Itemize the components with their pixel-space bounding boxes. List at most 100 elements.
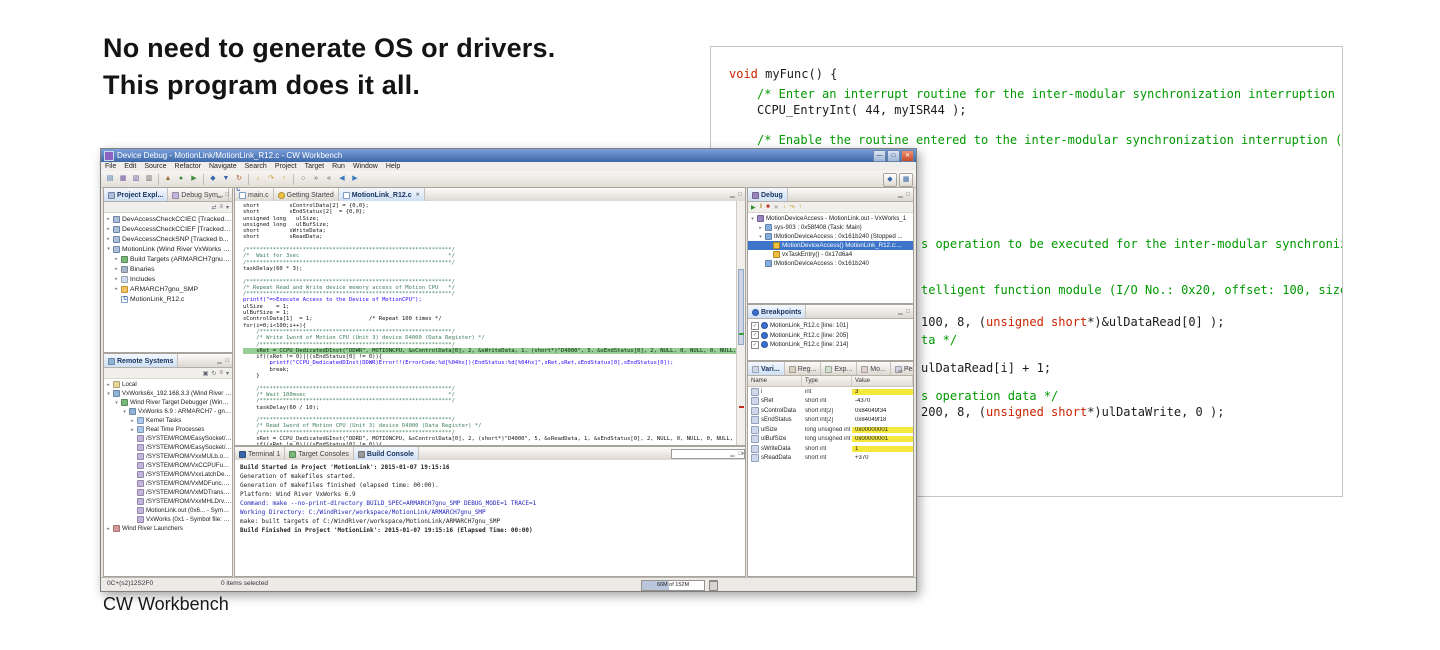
expand-arrow[interactable]: ▾: [750, 216, 755, 222]
tree-item[interactable]: ▸Wind River Launchers: [104, 524, 232, 533]
tree-item[interactable]: ▸DevAccessCheckSNP [Tracked b...: [104, 234, 232, 244]
tab-exp[interactable]: Exp...: [821, 362, 857, 375]
variable-row[interactable]: sControlDatashort int[2]0x84049f34: [748, 406, 913, 416]
menu-file[interactable]: File: [105, 163, 116, 170]
step-into-icon[interactable]: ↓: [783, 204, 786, 210]
expand-arrow[interactable]: ▾: [122, 409, 127, 415]
collapse-all-icon[interactable]: ≡: [219, 204, 223, 210]
collapse-all-icon[interactable]: ≡: [219, 370, 223, 376]
step-into-icon[interactable]: ↓: [252, 173, 264, 185]
view-minmax-icons[interactable]: ▁ □: [730, 450, 743, 457]
build-icon[interactable]: ▲: [162, 173, 174, 185]
minimize-button[interactable]: —: [873, 150, 886, 162]
column-header-value[interactable]: Value: [852, 376, 913, 386]
tree-item[interactable]: ▸sys-903 : 0x58f408 (Task: Main): [748, 223, 913, 232]
menu-project[interactable]: Project: [275, 163, 297, 170]
tab-remote-systems[interactable]: Remote Systems: [104, 354, 178, 367]
view-menu-icon[interactable]: ▾: [226, 204, 229, 211]
suspend-icon[interactable]: ‖: [760, 204, 762, 210]
expand-arrow[interactable]: ▸: [130, 427, 135, 433]
run-icon[interactable]: ▶: [188, 173, 200, 185]
expand-arrow[interactable]: ▸: [758, 225, 763, 231]
tree-item[interactable]: MotionDeviceAccess() MotionLink_R12.c:..…: [748, 241, 913, 250]
link-editor-icon[interactable]: ⇄: [211, 204, 216, 211]
save-icon[interactable]: ▦: [117, 173, 129, 185]
tree-item[interactable]: VxWorks (0x1 - Symbol file: W...: [104, 515, 232, 524]
search-icon[interactable]: ○: [297, 173, 309, 185]
expand-arrow[interactable]: ▸: [114, 276, 119, 282]
breakpoint-item[interactable]: ✓MotionLink_R12.c [line: 101]: [748, 321, 913, 331]
step-return-icon[interactable]: ↑: [278, 173, 290, 185]
tree-item[interactable]: ▸Kernel Tasks: [104, 416, 232, 425]
tree-item[interactable]: ▾MotionDeviceAccess - MotionLink.out - V…: [748, 214, 913, 223]
expand-arrow[interactable]: ▸: [106, 382, 111, 388]
breakpoint-checkbox[interactable]: ✓: [751, 322, 759, 330]
variable-row[interactable]: sRetshort int-4370: [748, 397, 913, 407]
tree-item[interactable]: ▸Local: [104, 380, 232, 389]
debug-icon[interactable]: ●: [175, 173, 187, 185]
tab-debug[interactable]: Debug: [748, 188, 788, 201]
tree-item[interactable]: /SYSTEM/ROM/VxxMULb.out (0x1...: [104, 452, 232, 461]
terminate-icon[interactable]: ■: [766, 204, 770, 210]
maximize-button[interactable]: □: [887, 150, 900, 162]
menu-target[interactable]: Target: [305, 163, 324, 170]
menu-window[interactable]: Window: [353, 163, 378, 170]
variable-row[interactable]: sEndStatusshort int[2]0x84049f18: [748, 416, 913, 426]
tree-item[interactable]: ▸DevAccessCheckCCIEC [Tracked b...: [104, 214, 232, 224]
expand-arrow[interactable]: ▸: [130, 418, 135, 424]
window-titlebar[interactable]: Device Debug - MotionLink/MotionLink_R12…: [101, 149, 916, 162]
editor-tab-getting-started[interactable]: Getting Started: [274, 188, 339, 201]
variable-row[interactable]: ulBufSizelong unsigned int0x00000001: [748, 435, 913, 445]
breakpoint-item[interactable]: ✓MotionLink_R12.c [line: 205]: [748, 331, 913, 341]
breakpoint-checkbox[interactable]: ✓: [751, 331, 759, 339]
menu-help[interactable]: Help: [386, 163, 400, 170]
expand-arrow[interactable]: ▾: [106, 391, 111, 397]
tab-vari[interactable]: Vari...: [748, 362, 785, 375]
menu-navigate[interactable]: Navigate: [209, 163, 237, 170]
expand-arrow[interactable]: ▸: [114, 266, 119, 272]
step-over-icon[interactable]: ↷: [265, 173, 277, 185]
overview-ruler-tick[interactable]: [739, 333, 744, 335]
save-all-icon[interactable]: ▧: [130, 173, 142, 185]
build-console-output[interactable]: Build Started in Project 'MotionLink': 2…: [235, 460, 745, 576]
tree-item[interactable]: ▸DevAccessCheckCCIEF [Tracked b...: [104, 224, 232, 234]
tree-item[interactable]: ▾VxWorks6x_192.168.3.3 (Wind River VxW..…: [104, 389, 232, 398]
expand-arrow[interactable]: ▸: [114, 286, 119, 292]
variable-row[interactable]: iint3: [748, 387, 913, 397]
tree-item[interactable]: tMotionDeviceAccess : 0x161b240: [748, 259, 913, 268]
tab-reg[interactable]: Reg...: [785, 362, 822, 375]
tree-item[interactable]: /SYSTEM/ROM/EasySocket/PCC...: [104, 443, 232, 452]
close-button[interactable]: ✕: [901, 150, 914, 162]
refresh-icon[interactable]: ↻: [211, 370, 216, 377]
tree-item[interactable]: ▸Includes: [104, 274, 232, 284]
view-minmax-icons[interactable]: ▁ □: [898, 365, 911, 372]
resume-icon[interactable]: ▶: [751, 204, 756, 211]
tree-item[interactable]: ▾VxWorks 6.9 : ARMARCH7 - gnu...: [104, 407, 232, 416]
tree-item[interactable]: /SYSTEM/ROM/VxxMHLDrv.out...: [104, 497, 232, 506]
variable-row[interactable]: sReadDatashort int+370: [748, 454, 913, 464]
menu-search[interactable]: Search: [245, 163, 267, 170]
expand-arrow[interactable]: ▾: [106, 246, 111, 252]
view-minmax-icons[interactable]: ▁ □: [730, 191, 743, 198]
tree-item[interactable]: MotionLink_R12.c: [104, 294, 232, 304]
console-tab-target-consoles[interactable]: Target Consoles: [285, 447, 354, 460]
tree-item[interactable]: ▸Real Time Processes: [104, 425, 232, 434]
editor-tab-main-c[interactable]: main.c: [235, 188, 274, 201]
tree-item[interactable]: /SYSTEM/ROM/VxMDFunc.out (...: [104, 479, 232, 488]
tree-item[interactable]: ▸Build Targets (ARMARCH7gnu_SMP -...: [104, 254, 232, 264]
expand-arrow[interactable]: ▾: [114, 400, 119, 406]
download-icon[interactable]: ▼: [220, 173, 232, 185]
tree-item[interactable]: ▾MotionLink (Wind River VxWorks 6.9 G...: [104, 244, 232, 254]
column-header-type[interactable]: Type: [802, 376, 852, 386]
expand-arrow[interactable]: ▸: [106, 236, 111, 242]
tree-item[interactable]: ▾tMotionDeviceAccess : 0x161b240 (Stoppe…: [748, 232, 913, 241]
menu-source[interactable]: Source: [144, 163, 166, 170]
new-connection-icon[interactable]: ▣: [203, 370, 209, 377]
application-perspective-icon[interactable]: ▦: [899, 173, 913, 187]
expand-arrow[interactable]: ▸: [114, 256, 119, 262]
tab-mo[interactable]: Mo...: [857, 362, 891, 375]
next-annotation-icon[interactable]: »: [310, 173, 322, 185]
tree-item[interactable]: ▸Binaries: [104, 264, 232, 274]
editor-tab-motionlink-r12-c[interactable]: MotionLink_R12.c✕: [339, 188, 425, 201]
menu-refactor[interactable]: Refactor: [175, 163, 201, 170]
